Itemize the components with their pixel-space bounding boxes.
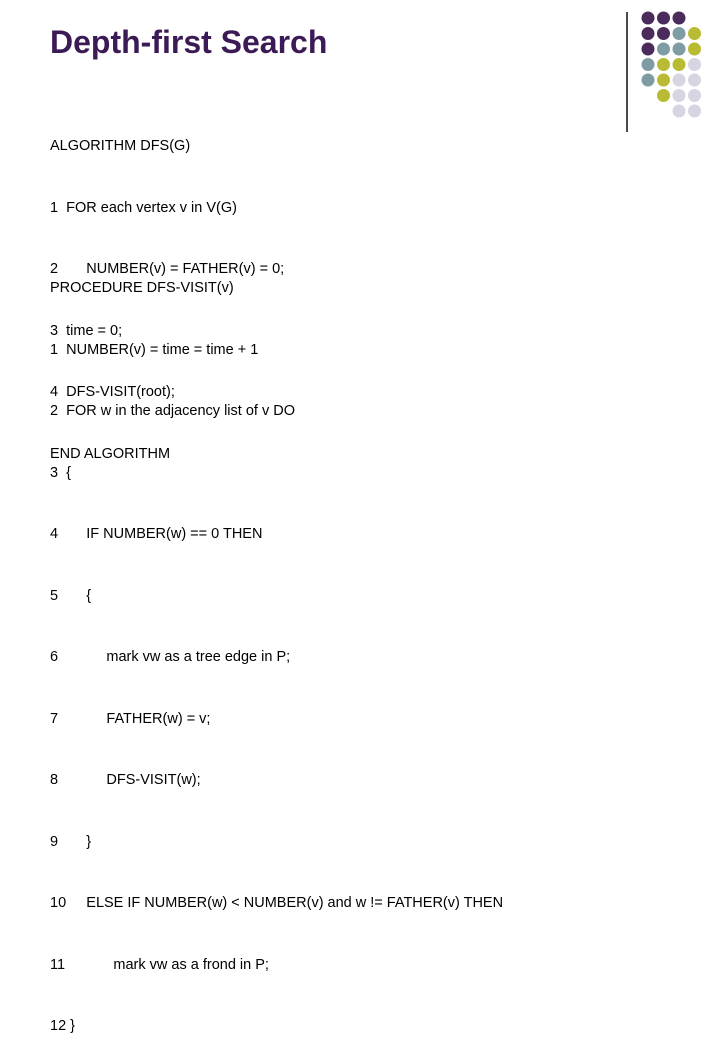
procedure-line: 8 DFS-VISIT(w);: [50, 772, 201, 788]
procedure-line: 9 }: [50, 833, 92, 850]
decorative-dot: [688, 58, 701, 71]
decorative-dot: [688, 73, 701, 87]
decorative-dot: [641, 73, 655, 87]
decorative-dot: [657, 58, 670, 71]
decorative-dot: [688, 42, 701, 56]
slide-title: Depth-first Search: [50, 24, 328, 60]
decorative-dot: [641, 27, 655, 40]
procedure-line: PROCEDURE DFS-VISIT(v): [50, 280, 234, 296]
decorative-dot: [641, 58, 655, 71]
decorative-dot: [688, 89, 701, 102]
procedure-line: 11 mark vw as a frond in P;: [50, 956, 269, 973]
decorative-dot: [672, 58, 686, 71]
decorative-dot: [657, 89, 670, 102]
procedure-line: 1 NUMBER(v) = time = time + 1: [50, 341, 259, 358]
decorative-dot: [641, 11, 655, 25]
procedure-line: 6 mark vw as a tree edge in P;: [50, 649, 291, 665]
decorative-dot: [688, 27, 701, 40]
procedure-block: PROCEDURE DFS-VISIT(v) 1 NUMBER(v) = tim…: [50, 237, 503, 1057]
procedure-line: 4 IF NUMBER(w) == 0 THEN: [50, 526, 263, 542]
algorithm-line: 1 FOR each vertex v in V(G): [50, 199, 237, 216]
procedure-line: 5 {: [50, 587, 92, 604]
procedure-line: 3 {: [50, 464, 71, 481]
decorative-dot: [672, 42, 686, 56]
decorative-dot: [657, 11, 670, 25]
algorithm-line: ALGORITHM DFS(G): [50, 138, 191, 154]
decorative-dot: [641, 42, 655, 56]
procedure-line: 2 FOR w in the adjacency list of v DO: [50, 403, 295, 419]
decorative-dot: [672, 104, 686, 118]
procedure-line: 10 ELSE IF NUMBER(w) < NUMBER(v) and w !…: [50, 895, 504, 911]
procedure-line: 12 }: [50, 1018, 75, 1034]
decorative-dot: [672, 73, 686, 87]
decorative-divider-line: [626, 12, 628, 132]
decorative-dot: [672, 89, 686, 102]
decorative-dot: [657, 27, 670, 40]
procedure-line: 7 FATHER(w) = v;: [50, 710, 211, 727]
decorative-dot: [672, 11, 686, 25]
decorative-dot: [688, 104, 701, 118]
decorative-dot: [672, 27, 686, 40]
decorative-dot: [657, 42, 670, 56]
decorative-dot: [657, 73, 670, 87]
